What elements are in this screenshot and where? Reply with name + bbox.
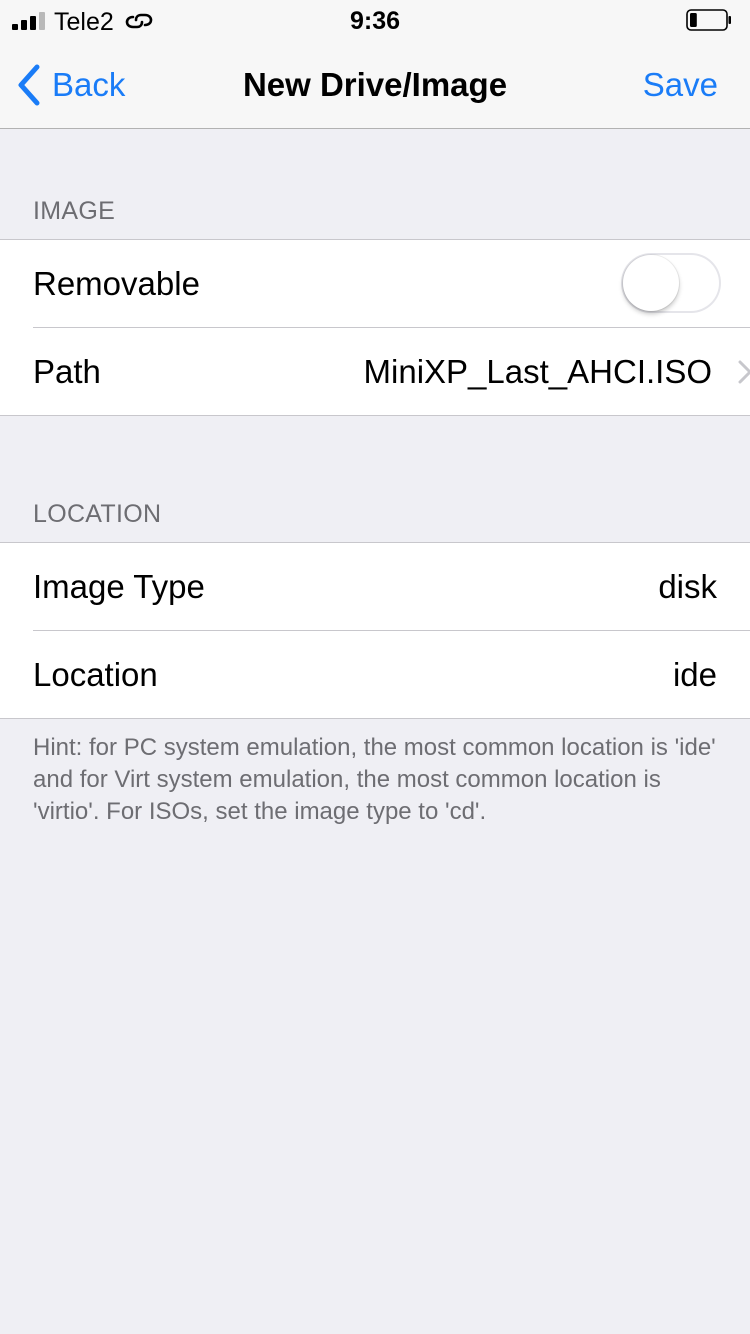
image-type-value: disk — [658, 568, 717, 605]
save-button[interactable]: Save — [643, 65, 718, 105]
location-value: ide — [672, 656, 717, 693]
page-title: New Drive/Image — [242, 66, 508, 103]
path-label: Path — [33, 353, 101, 390]
toggle-knob — [623, 255, 679, 311]
back-button[interactable]: Back — [16, 62, 146, 106]
clock: 9:36 — [349, 7, 401, 35]
image-type-label: Image Type — [33, 568, 205, 605]
battery-icon — [686, 9, 731, 31]
image-type-row[interactable]: Image Type disk — [0, 543, 750, 630]
removable-label: Removable — [33, 265, 200, 302]
location-row[interactable]: Location ide — [33, 630, 750, 718]
image-settings-group: Removable Path MiniXP_Last_AHCI.ISO — [0, 239, 750, 416]
chevron-left-icon — [18, 64, 40, 106]
location-label: Location — [33, 656, 158, 693]
removable-row: Removable — [0, 240, 750, 327]
path-row[interactable]: Path MiniXP_Last_AHCI.ISO — [33, 327, 750, 415]
navigation-bar: Back New Drive/Image Save — [0, 40, 750, 129]
status-bar: Tele2 9:36 — [0, 0, 750, 40]
back-label: Back — [52, 66, 126, 103]
section-header-image: IMAGE — [33, 197, 116, 225]
section-header-location: LOCATION — [33, 500, 162, 528]
removable-toggle[interactable] — [621, 253, 721, 313]
chevron-right-icon — [738, 360, 750, 384]
path-value: MiniXP_Last_AHCI.ISO — [363, 353, 712, 390]
location-settings-group: Image Type disk Location ide — [0, 542, 750, 719]
hint-text: Hint: for PC system emulation, the most … — [33, 734, 716, 825]
